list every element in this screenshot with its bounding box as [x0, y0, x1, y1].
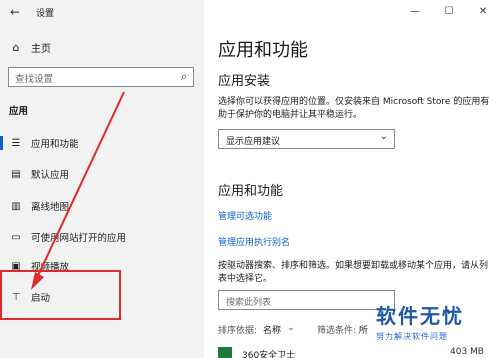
manage-execution-aliases-link[interactable]: 管理应用执行别名 [218, 235, 290, 248]
back-arrow-icon: ← [9, 5, 21, 19]
sidebar-item-video-playback[interactable]: ▣ 视频播放 [0, 254, 204, 278]
maximize-button[interactable]: ☐ [432, 0, 466, 22]
page-title: 应用和功能 [218, 40, 308, 61]
chevron-down-icon: ⌄ [379, 131, 388, 142]
search-icon[interactable]: ⌕ [181, 70, 187, 84]
filter-label: 筛选条件: [317, 326, 357, 336]
sort-label: 排序依据: [218, 326, 258, 336]
home-link[interactable]: ⌂ 主页 [9, 40, 52, 55]
sort-value: 名称 [263, 326, 282, 336]
home-label: 主页 [31, 44, 51, 55]
sidebar-item-default-apps[interactable]: ▤ 默认应用 [0, 162, 204, 186]
dropdown-value: 显示应用建议 [226, 137, 281, 147]
filter-value: 所 [358, 326, 368, 336]
sidebar-item-label: 默认应用 [31, 170, 70, 181]
watermark-title: 软件无忧 [376, 304, 464, 328]
home-icon: ⌂ [12, 41, 20, 54]
list-description: 按驱动器搜索、排序和筛选。如果想要卸载或移动某个应用，请从列表中选择它。 [218, 261, 489, 284]
window-title: 设置 [36, 8, 55, 19]
app-size: 403 MB [450, 347, 484, 357]
sidebar-item-label: 可使用网站打开的应用 [31, 233, 127, 244]
settings-sidebar: ← 设置 ⌂ 主页 查找设置 ⌕ 应用 ☰ 应用和功能 ▤ 默认应用 ▥ 离线地… [0, 0, 204, 358]
main-content: — ☐ ✕ 应用和功能 应用安装 选择你可以获得应用的位置。仅安装来自 Micr… [204, 0, 500, 358]
app-list-search-input[interactable]: 搜索此列表 [218, 290, 395, 310]
watermark-subtitle: 努力解决软件问题 [376, 332, 448, 341]
sidebar-item-website-apps[interactable]: ▭ 可使用网站打开的应用 [0, 225, 204, 249]
filter-control[interactable]: 筛选条件: 所 [317, 323, 368, 336]
search-placeholder: 查找设置 [15, 74, 54, 85]
features-heading: 应用和功能 [218, 184, 284, 199]
chevron-down-icon: ⌄ [287, 323, 295, 333]
watermark-logo: 软件无忧 努力解决软件问题 [376, 300, 500, 342]
sidebar-item-label: 离线地图 [31, 202, 70, 213]
title-bar: ← 设置 [0, 0, 204, 24]
sidebar-item-label: 启动 [31, 293, 51, 304]
close-icon: ✕ [478, 5, 488, 17]
apps-list-icon: ☰ [11, 137, 21, 149]
back-button[interactable]: ← [0, 0, 30, 24]
website-apps-icon: ▭ [11, 231, 21, 243]
app-name: 360安全卫士 [242, 350, 296, 358]
window-controls: — ☐ ✕ [398, 0, 500, 22]
sidebar-item-offline-maps[interactable]: ▥ 离线地图 [0, 194, 204, 218]
app-list-item[interactable]: 360安全卫士 [218, 347, 295, 358]
startup-icon: ⊤ [11, 291, 21, 303]
settings-search-input[interactable]: 查找设置 ⌕ [8, 67, 194, 87]
sidebar-item-apps-features[interactable]: ☰ 应用和功能 [0, 131, 204, 155]
sidebar-item-label: 视频播放 [31, 262, 70, 273]
map-icon: ▥ [11, 200, 21, 212]
default-apps-icon: ▤ [11, 168, 21, 180]
install-description: 选择你可以获得应用的位置。仅安装来自 Microsoft Store 的应用有助… [218, 97, 490, 120]
manage-optional-features-link[interactable]: 管理可选功能 [218, 209, 272, 222]
install-heading: 应用安装 [218, 74, 271, 89]
app-icon [218, 347, 232, 358]
install-source-dropdown[interactable]: 显示应用建议 ⌄ [218, 129, 395, 149]
maximize-icon: ☐ [444, 5, 454, 17]
section-label-apps: 应用 [9, 106, 29, 117]
sidebar-item-label: 应用和功能 [31, 139, 79, 150]
minimize-icon: — [410, 5, 420, 17]
minimize-button[interactable]: — [398, 0, 432, 22]
sort-control[interactable]: 排序依据: 名称 ⌄ [218, 323, 295, 336]
sidebar-item-startup[interactable]: ⊤ 启动 [0, 285, 204, 309]
list-search-placeholder: 搜索此列表 [226, 298, 272, 308]
video-icon: ▣ [11, 260, 21, 272]
close-button[interactable]: ✕ [466, 0, 500, 22]
